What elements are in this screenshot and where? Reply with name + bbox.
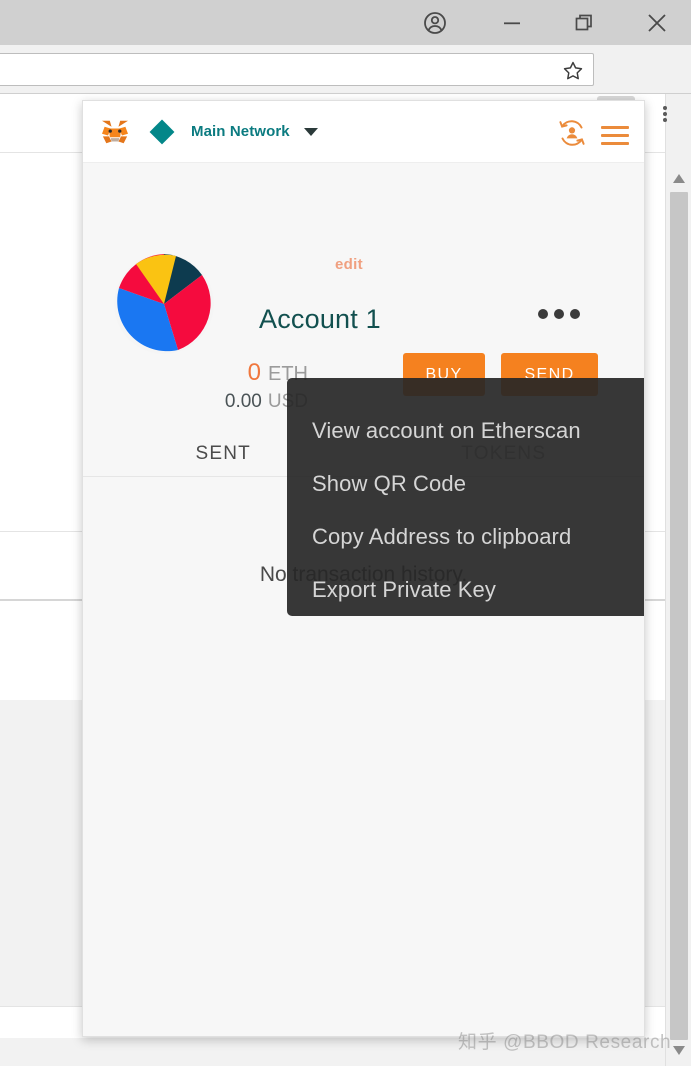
watermark: 知乎 @BBOD Research xyxy=(458,1032,672,1053)
account-section: edit Account 1 xyxy=(83,163,644,354)
browser-titlebar xyxy=(0,0,691,45)
browser-scrollbar[interactable] xyxy=(665,94,691,1066)
browser-toolbar xyxy=(0,45,691,133)
restore-icon[interactable] xyxy=(558,0,610,45)
network-diamond-icon xyxy=(149,118,175,145)
address-bar[interactable] xyxy=(0,53,594,86)
balance-usd-row: 0.00USD xyxy=(108,391,308,413)
star-icon[interactable] xyxy=(561,59,585,83)
ellipsis-icon[interactable] xyxy=(538,309,580,319)
balance-usd-value: 0.00 xyxy=(224,391,262,412)
account-switch-icon[interactable] xyxy=(557,119,587,152)
scrollbar-thumb[interactable] xyxy=(670,192,688,1040)
network-name[interactable]: Main Network xyxy=(191,124,290,139)
account-options-menu: View account on Etherscan Show QR Code C… xyxy=(287,378,644,616)
menu-item-show-qr[interactable]: Show QR Code xyxy=(287,457,644,510)
balance-eth-row: 0 ETH xyxy=(108,359,308,387)
account-identicon xyxy=(114,254,214,354)
account-name: Account 1 xyxy=(259,304,381,334)
profile-avatar-icon[interactable] xyxy=(409,0,461,45)
chevron-down-icon[interactable] xyxy=(303,127,318,136)
menu-item-export-private-key[interactable]: Export Private Key xyxy=(287,563,644,616)
account-balance: 0ETH 0.00USD xyxy=(108,359,308,413)
metamask-fox-logo xyxy=(100,119,130,145)
balance-eth-value: 0 xyxy=(247,359,261,386)
menu-item-view-etherscan[interactable]: View account on Etherscan xyxy=(287,404,644,457)
close-icon[interactable] xyxy=(631,0,683,45)
edit-account-link[interactable]: edit xyxy=(335,256,363,273)
hamburger-menu-icon[interactable] xyxy=(601,121,629,150)
metamask-popup: Main Network edit Account 1 0 ETH 0.00 B… xyxy=(82,100,645,1037)
metamask-header: Main Network xyxy=(83,101,644,163)
chrome-menu-icon[interactable] xyxy=(648,97,682,131)
scroll-up-icon[interactable] xyxy=(666,166,691,190)
screenshot-root: Main Network edit Account 1 0 ETH 0.00 B… xyxy=(0,0,691,1066)
minimize-icon[interactable] xyxy=(486,0,538,45)
menu-item-copy-address[interactable]: Copy Address to clipboard xyxy=(287,510,644,563)
